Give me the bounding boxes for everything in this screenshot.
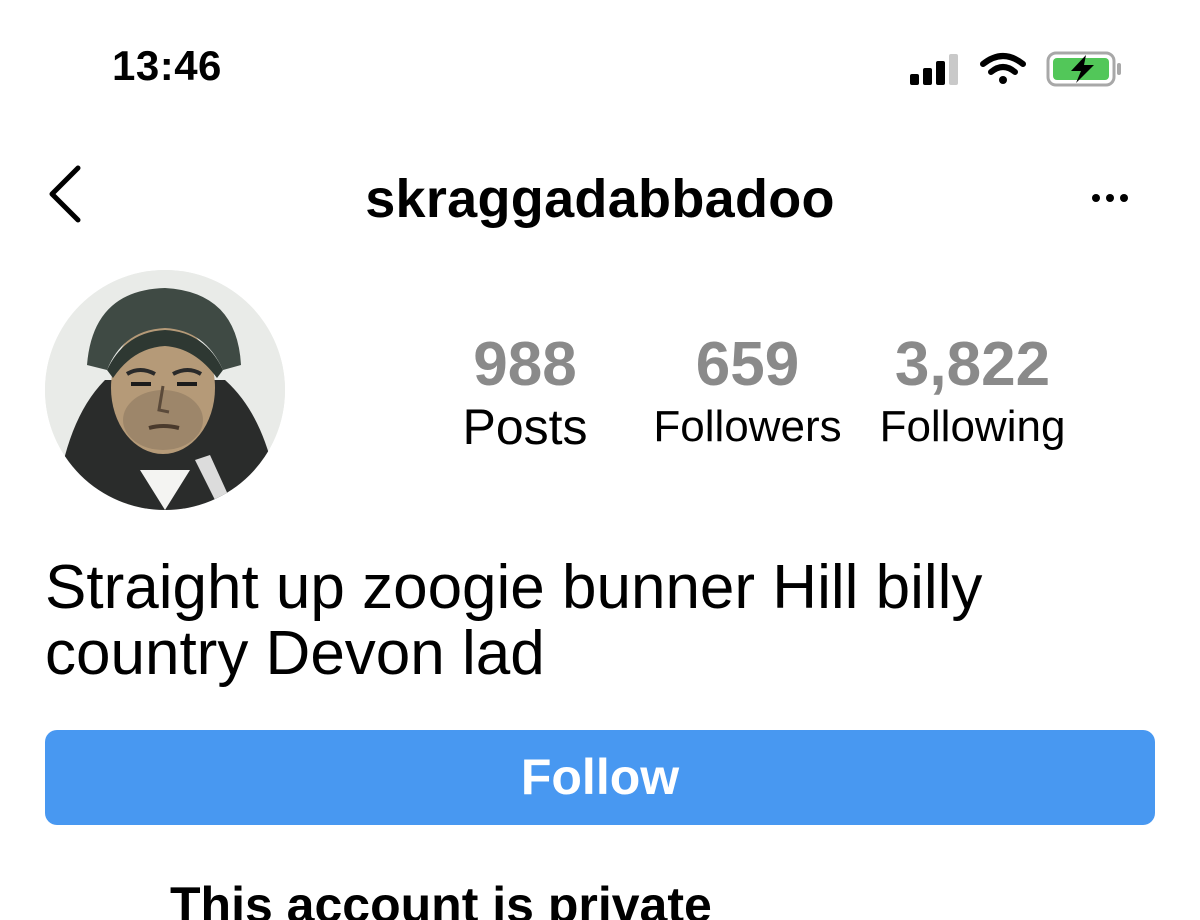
- back-button[interactable]: [40, 160, 100, 230]
- followers-stat[interactable]: 659 Followers: [640, 330, 855, 454]
- posts-count: 988: [473, 330, 577, 399]
- posts-label: Posts: [462, 399, 588, 455]
- cellular-signal-icon: [910, 54, 958, 85]
- status-icons: [908, 50, 1128, 90]
- private-account-notice: This account is private: [170, 877, 712, 920]
- followers-label: Followers: [653, 402, 842, 451]
- bio-line: country Devon lad: [45, 619, 545, 688]
- battery-charging-icon: [1046, 51, 1121, 87]
- posts-stat[interactable]: 988 Posts: [440, 330, 610, 454]
- followers-count: 659: [695, 330, 800, 399]
- avatar-image: [45, 270, 285, 510]
- wifi-icon: [980, 53, 1026, 84]
- profile-bio: Straight up zoogie bunner Hill billy cou…: [45, 555, 1155, 687]
- following-count: 3,822: [894, 330, 1051, 399]
- follow-button[interactable]: Follow: [45, 730, 1155, 825]
- profile-username: skraggadabbadoo: [365, 169, 835, 229]
- profile-screen: 13:46 skraggadabbadoo 988 Posts 659 Foll…: [0, 0, 1200, 920]
- following-stat[interactable]: 3,822 Following: [865, 330, 1080, 454]
- bio-line: Straight up zoogie bunner Hill billy: [45, 553, 983, 622]
- avatar[interactable]: [45, 270, 285, 510]
- more-horizontal-icon: [1092, 194, 1128, 202]
- status-time: 13:46: [112, 42, 222, 89]
- chevron-left-icon: [49, 165, 81, 223]
- more-options-button[interactable]: [1080, 180, 1140, 216]
- following-label: Following: [879, 402, 1066, 451]
